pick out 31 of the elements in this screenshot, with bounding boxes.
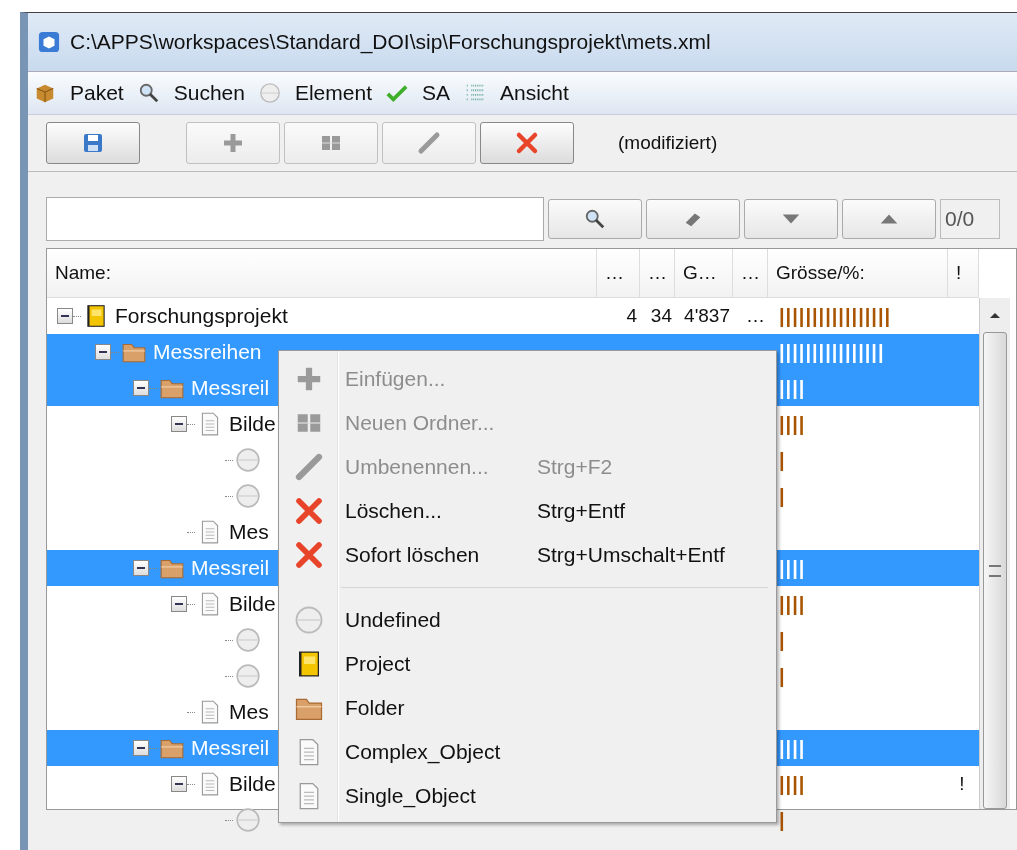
size-bar-text: | [779,664,786,687]
flag-text: ! [959,773,965,794]
size-bar-text: | [779,628,786,651]
table-cell: 34 [650,305,672,326]
tree-label: Bilde [229,772,276,796]
size-bar-text: |||| [779,556,806,579]
tree-label: Messreil [191,376,270,400]
size-bar-text: |||| [779,412,806,435]
size-bar-text: |||||||||||||||| [779,340,885,363]
tree-label: Forschungsprojekt [115,304,288,328]
tree-label: Messreil [191,736,270,760]
tree-label: Messreihen [153,340,262,364]
size-bar-text: |||| [779,772,806,795]
size-bar-text: |||| [779,736,806,759]
size-bar-text: | [779,808,786,831]
table-cell: … [746,305,765,326]
size-bar-text: |||| [779,376,806,399]
tree-label: Bilde [229,412,276,436]
status-text: (modifiziert) [618,132,718,154]
tree-label: Mes [229,520,269,544]
size-bar-text: ||||||||||||||||| [779,304,892,327]
size-bar-text: | [779,484,786,507]
size-bar-text: |||| [779,592,806,615]
window-title: C:\APPS\workspaces\Standard_DOI\sip\Forschungsprojekt\mets.xml [70,30,711,54]
tree-label: Messreil [191,556,270,580]
tree-label: Mes [229,700,269,724]
table-cell: 4 [626,305,637,326]
table-cell: 4'837 [684,305,730,326]
tree-label: Bilde [229,592,276,616]
size-bar-text: | [779,448,786,471]
match-counter: 0/0 [940,199,1000,239]
